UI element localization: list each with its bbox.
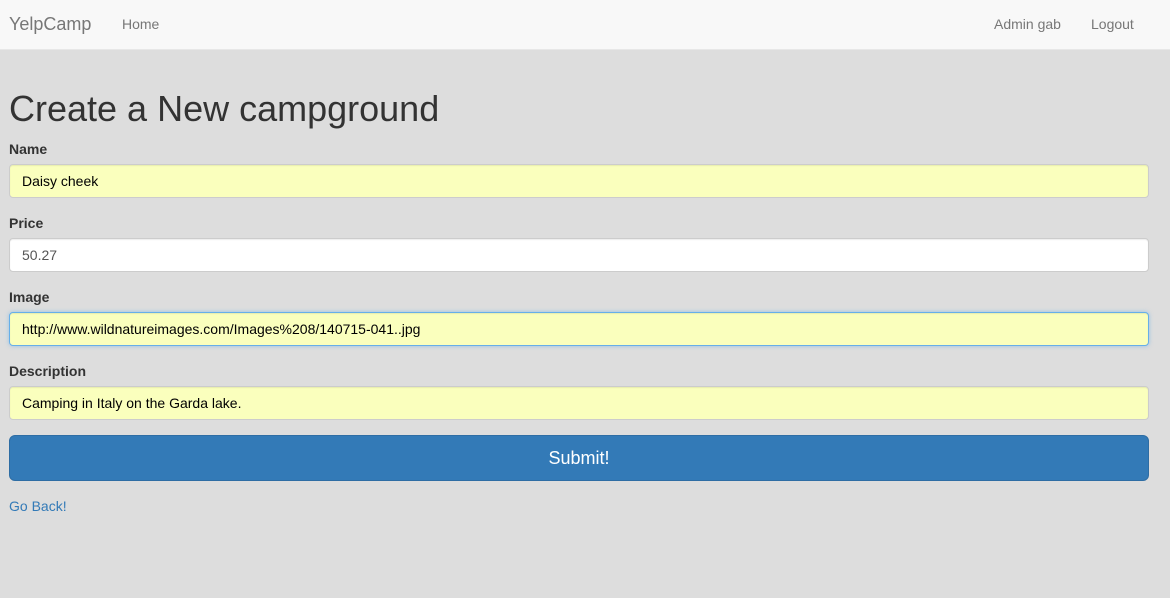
description-input[interactable] bbox=[9, 386, 1149, 420]
price-input[interactable] bbox=[9, 238, 1149, 272]
description-label: Description bbox=[9, 363, 87, 379]
image-url-input[interactable] bbox=[9, 312, 1149, 346]
go-back-link[interactable]: Go Back! bbox=[9, 498, 67, 514]
image-label: Image bbox=[9, 289, 50, 305]
name-label: Name bbox=[9, 141, 48, 157]
top-navbar: YelpCamp Home Admin gab Logout bbox=[0, 0, 1170, 50]
name-input[interactable] bbox=[9, 164, 1149, 198]
price-label: Price bbox=[9, 215, 44, 231]
nav-home-link[interactable]: Home bbox=[122, 16, 159, 32]
brand-link[interactable]: YelpCamp bbox=[9, 14, 91, 34]
submit-button[interactable]: Submit! bbox=[9, 435, 1149, 481]
nav-user-link[interactable]: Admin gab bbox=[994, 16, 1061, 32]
nav-logout-link[interactable]: Logout bbox=[1091, 16, 1134, 32]
page-title: Create a New campground bbox=[9, 88, 440, 129]
